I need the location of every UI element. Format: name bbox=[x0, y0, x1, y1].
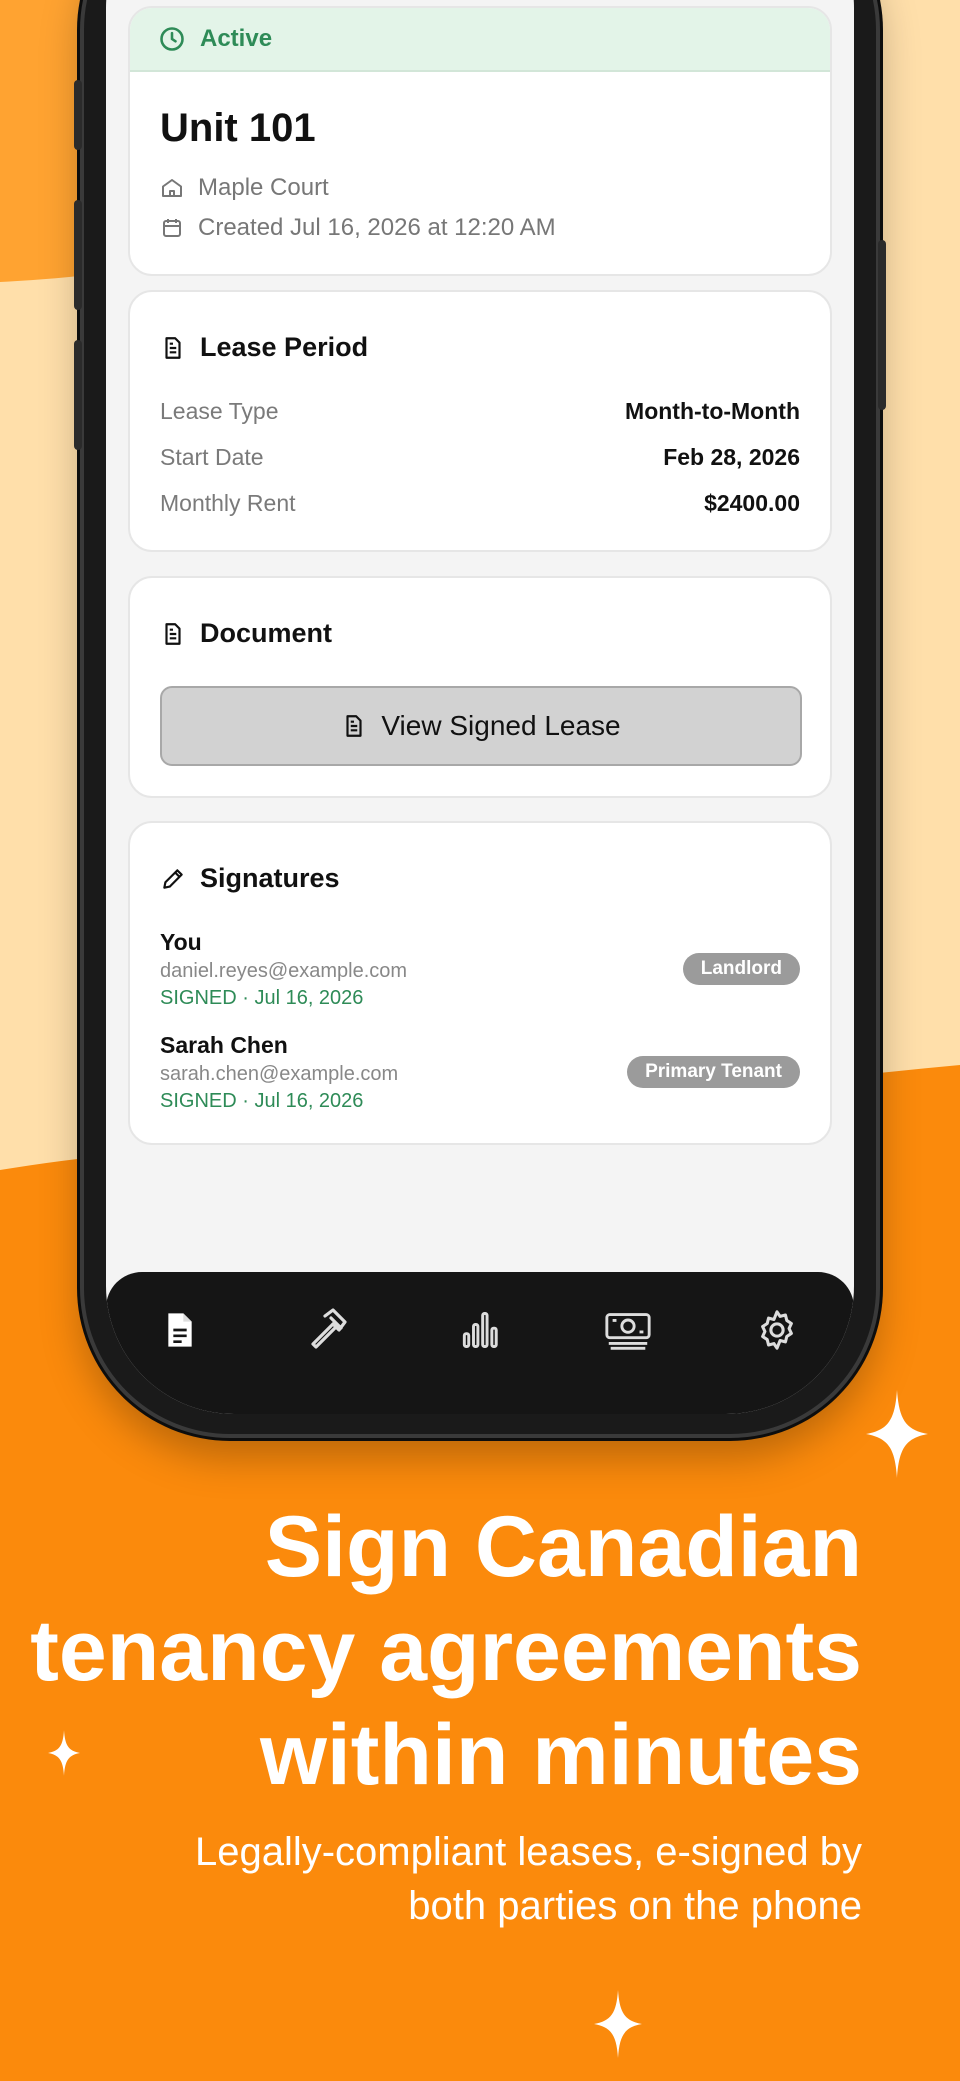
cash-icon bbox=[605, 1313, 651, 1350]
status-label: Active bbox=[200, 25, 273, 52]
status-banner: Active bbox=[130, 8, 830, 72]
clock-icon bbox=[160, 27, 184, 51]
document-icon bbox=[165, 622, 181, 645]
subline-line: Legally-compliant leases, e-signed by bbox=[194, 1830, 862, 1874]
calendar-icon bbox=[163, 219, 181, 237]
signatures-heading: Signatures bbox=[160, 863, 340, 894]
start-date-label: Start Date bbox=[160, 444, 264, 470]
view-signed-lease-label: View Signed Lease bbox=[381, 710, 621, 741]
lease-period-title: Lease Period bbox=[200, 332, 369, 362]
created-row: Created Jul 16, 2026 at 12:20 AM bbox=[160, 214, 556, 242]
property-name: Maple Court bbox=[198, 174, 329, 201]
bottom-tab-bar bbox=[106, 1272, 854, 1414]
sparkle-icon bbox=[594, 1990, 642, 2058]
document-icon bbox=[165, 336, 181, 359]
subline-line: both parties on the phone bbox=[408, 1884, 862, 1928]
tab-leases[interactable] bbox=[150, 1300, 210, 1360]
monthly-rent-row: Monthly Rent $2400.00 bbox=[160, 490, 800, 517]
property-row: Maple Court bbox=[160, 174, 329, 202]
document-card: Document View Signed Lease bbox=[128, 576, 832, 798]
document-icon bbox=[168, 1313, 192, 1347]
pencil-icon bbox=[163, 868, 183, 889]
tab-maintenance[interactable] bbox=[299, 1300, 359, 1360]
phone-screen: Active Unit 101 Maple Court Created Jul … bbox=[106, 0, 854, 1414]
marketing-subline: Legally-compliant leases, e-signed by bo… bbox=[42, 1825, 862, 1933]
signer-status: SIGNED · Jul 16, 2026 bbox=[160, 987, 364, 1009]
home-icon bbox=[162, 179, 182, 197]
tab-reports[interactable] bbox=[449, 1300, 509, 1360]
role-badge: Landlord bbox=[682, 953, 800, 985]
headline-line: tenancy agreements bbox=[30, 1603, 862, 1699]
role-badge: Primary Tenant bbox=[627, 1056, 800, 1088]
monthly-rent-value: $2400.00 bbox=[704, 490, 800, 516]
tab-payments[interactable] bbox=[598, 1300, 658, 1360]
created-date: Created Jul 16, 2026 at 12:20 AM bbox=[198, 214, 556, 241]
unit-title: Unit 101 bbox=[160, 106, 316, 150]
lease-type-value: Month-to-Month bbox=[625, 398, 800, 424]
signer-status: SIGNED · Jul 16, 2026 bbox=[160, 1090, 364, 1112]
lease-period-card: Lease Period Lease Type Month-to-Month S… bbox=[128, 290, 832, 552]
document-icon bbox=[346, 715, 362, 737]
document-title: Document bbox=[200, 618, 333, 648]
sparkle-icon bbox=[866, 1390, 928, 1478]
headline-line: within minutes bbox=[260, 1707, 862, 1803]
marketing-headline: Sign Canadian tenancy agreements within … bbox=[2, 1495, 862, 1807]
start-date-value: Feb 28, 2026 bbox=[663, 444, 800, 470]
bar-chart-icon bbox=[462, 1312, 498, 1348]
gear-icon bbox=[761, 1310, 793, 1350]
view-signed-lease-button[interactable]: View Signed Lease bbox=[160, 686, 802, 766]
signer-name: You bbox=[160, 929, 202, 955]
hammer-icon bbox=[311, 1308, 347, 1349]
unit-summary-card: Active Unit 101 Maple Court Created Jul … bbox=[128, 6, 832, 276]
lease-type-row: Lease Type Month-to-Month bbox=[160, 398, 800, 425]
lease-type-label: Lease Type bbox=[160, 398, 279, 424]
signer-name: Sarah Chen bbox=[160, 1032, 288, 1058]
signature-item: You daniel.reyes@example.com SIGNED · Ju… bbox=[160, 929, 800, 1010]
start-date-row: Start Date Feb 28, 2026 bbox=[160, 444, 800, 471]
document-heading: Document bbox=[160, 618, 332, 649]
monthly-rent-label: Monthly Rent bbox=[160, 490, 296, 516]
tab-settings[interactable] bbox=[747, 1300, 807, 1360]
signatures-card: Signatures You daniel.reyes@example.com … bbox=[128, 821, 832, 1145]
signature-item: Sarah Chen sarah.chen@example.com SIGNED… bbox=[160, 1032, 800, 1113]
headline-line: Sign Canadian bbox=[264, 1499, 862, 1595]
signatures-title: Signatures bbox=[200, 863, 340, 893]
lease-period-heading: Lease Period bbox=[160, 332, 368, 363]
